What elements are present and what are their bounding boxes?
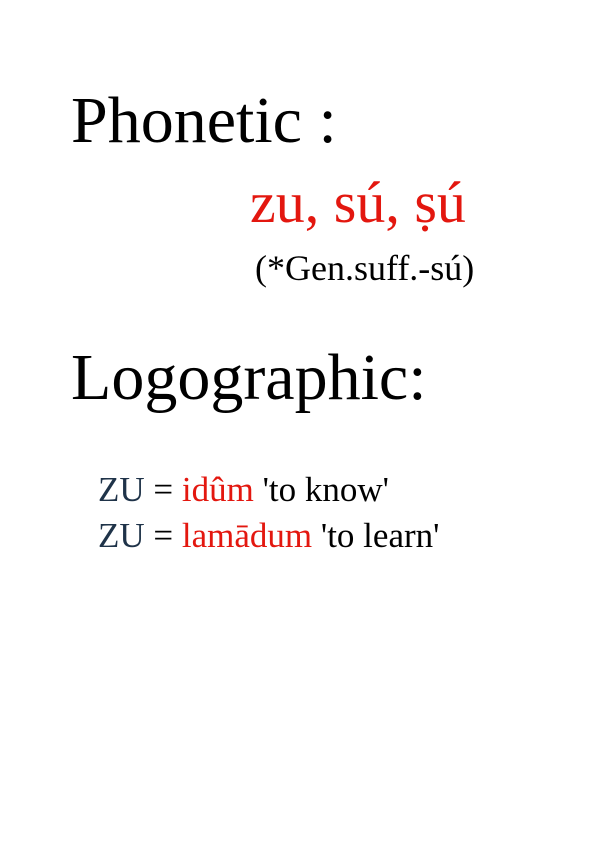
logogram-entry: ZU = lamādum 'to learn' xyxy=(98,518,439,553)
akkadian-word: idûm xyxy=(181,470,254,509)
phonetic-heading: Phonetic : xyxy=(71,84,337,157)
sign-name: ZU xyxy=(98,516,145,555)
sign-name: ZU xyxy=(98,470,145,509)
akkadian-word: lamādum xyxy=(181,516,313,555)
logogram-entry: ZU = idûm 'to know' xyxy=(98,472,389,507)
phonetic-note: (*Gen.suff.-sú) xyxy=(255,248,475,288)
gloss: 'to know' xyxy=(262,470,389,509)
equals-sign: = xyxy=(153,516,174,555)
logographic-heading: Logographic: xyxy=(71,341,427,414)
equals-sign: = xyxy=(153,470,174,509)
phonetic-values: zu, sú, ṣú xyxy=(250,170,466,235)
gloss: 'to learn' xyxy=(320,516,440,555)
